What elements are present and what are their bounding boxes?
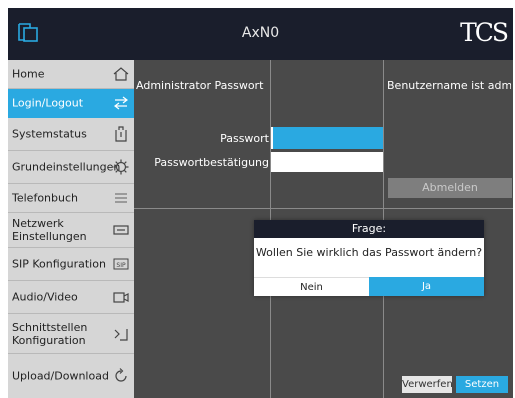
dialog-title: Frage: — [254, 220, 484, 238]
sip-icon: SIP — [113, 258, 129, 270]
top-bar: AxN0 TCS — [8, 8, 513, 60]
confirm-dialog: Frage: Wollen Sie wirklich das Passwort … — [254, 220, 484, 296]
sidebar-item-sip-konfiguration[interactable]: SIP Konfiguration SIP — [8, 248, 134, 281]
set-button[interactable]: Setzen — [456, 376, 508, 393]
network-icon — [113, 225, 129, 235]
sidebar-item-grundeinstellungen[interactable]: Grundeinstellungen — [8, 151, 134, 184]
sidebar-item-label: Netzwerk Einstellungen — [12, 217, 87, 243]
sidebar-item-label: Home — [12, 67, 45, 81]
sidebar-item-label: Schnittstellen Konfiguration — [12, 320, 88, 347]
sidebar-item-upload-download[interactable]: Upload/Download — [8, 354, 134, 398]
refresh-icon — [115, 368, 127, 382]
sidebar-item-label: Grundeinstellungen — [12, 160, 121, 174]
dialog-no-button[interactable]: Nein — [254, 277, 369, 296]
sidebar-item-label: Systemstatus — [12, 127, 87, 141]
password-input[interactable] — [271, 127, 383, 149]
app-window: AxN0 TCS Home Login/Logout Systemstatus — [8, 8, 513, 398]
list-icon — [115, 193, 127, 203]
login-icon — [114, 96, 128, 110]
dialog-message: Wollen Sie wirklich das Passwort ändern? — [255, 246, 483, 259]
logout-button[interactable]: Abmelden — [388, 178, 512, 198]
row-divider — [134, 208, 513, 209]
dialog-yes-button[interactable]: Ja — [369, 277, 484, 296]
sidebar-item-schnittstellen-konfiguration[interactable]: Schnittstellen Konfiguration — [8, 314, 134, 354]
main-content: Administrator Passwort Benutzername ist … — [134, 60, 513, 398]
app-title: AxN0 — [241, 25, 280, 41]
camera-icon — [113, 292, 129, 303]
sidebar-item-label: Audio/Video — [12, 290, 78, 304]
clipboard-icon — [115, 126, 127, 142]
interface-icon — [114, 328, 128, 341]
admin-password-heading: Administrator Passwort — [136, 79, 264, 92]
sidebar-item-label: Upload/Download — [12, 369, 109, 383]
home-icon — [113, 67, 129, 81]
password-label: Passwort — [220, 132, 269, 145]
sidebar-item-label: SIP Konfiguration — [12, 257, 106, 271]
discard-button[interactable]: Verwerfen — [402, 376, 453, 393]
svg-text:SIP: SIP — [116, 262, 126, 269]
gear-icon — [113, 159, 129, 175]
sidebar-item-audio-video[interactable]: Audio/Video — [8, 281, 134, 314]
password-confirm-input[interactable] — [271, 152, 383, 172]
username-info: Benutzername ist admin — [387, 79, 511, 92]
sidebar-item-label: Telefonbuch — [12, 191, 78, 205]
sidebar-item-systemstatus[interactable]: Systemstatus — [8, 118, 134, 151]
sidebar-item-label: Login/Logout — [12, 96, 84, 110]
sidebar-item-home[interactable]: Home — [8, 60, 134, 89]
password-confirm-label: Passwortbestätigung — [154, 156, 269, 169]
sidebar-item-netzwerk-einstellungen[interactable]: Netzwerk Einstellungen — [8, 213, 134, 248]
sidebar: Home Login/Logout Systemstatus Grundeins… — [8, 60, 134, 398]
sidebar-item-telefonbuch[interactable]: Telefonbuch — [8, 184, 134, 213]
sidebar-item-login-logout[interactable]: Login/Logout — [8, 89, 134, 118]
brand-logo: TCS — [460, 18, 509, 47]
